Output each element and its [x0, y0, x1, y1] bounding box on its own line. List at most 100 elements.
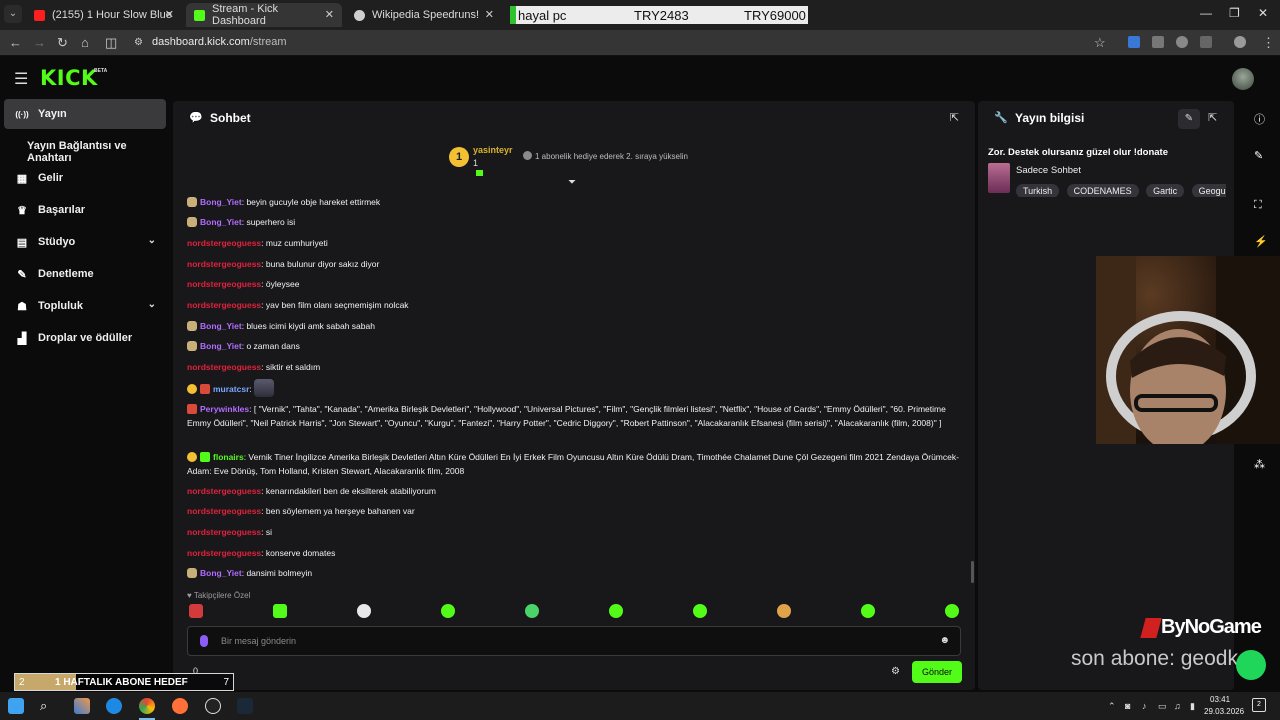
profile-icon[interactable] — [1234, 36, 1246, 48]
maximize-icon[interactable]: ❐ — [1229, 6, 1240, 20]
search-icon[interactable]: ⌕ — [40, 698, 56, 714]
close-tab-icon[interactable]: ✕ — [485, 8, 494, 21]
tag-chip[interactable]: Geogue — [1191, 184, 1226, 197]
popout-icon[interactable]: ⇱ — [950, 111, 959, 124]
emote-button[interactable] — [441, 604, 455, 618]
emote-button[interactable] — [273, 604, 287, 618]
chat-username[interactable]: Bong_Yiet — [200, 197, 242, 207]
chat-username[interactable]: Bong_Yiet — [200, 217, 242, 227]
hamburger-menu-icon[interactable]: ☰ — [14, 69, 28, 89]
close-window-icon[interactable]: ✕ — [1258, 6, 1268, 20]
category-name[interactable]: Sadece Sohbet — [1016, 165, 1081, 176]
popout-icon[interactable]: ⇱ — [1208, 111, 1217, 124]
tab-wikipedia[interactable]: Wikipedia Speedruns! ✕ — [346, 3, 502, 27]
firefox-icon[interactable] — [172, 698, 188, 714]
pencil-icon[interactable]: ✎ — [1254, 149, 1263, 162]
home-icon[interactable]: ⌂ — [81, 35, 89, 50]
chat-message-input[interactable]: Bir mesaj gönderin ☻ — [187, 626, 961, 656]
pinned-username[interactable]: yasinteyr — [473, 145, 513, 155]
chat-username[interactable]: nordstergeoguess — [187, 362, 261, 372]
tray-chevron-icon[interactable]: ⌃ — [1108, 701, 1116, 712]
emote-button[interactable] — [861, 604, 875, 618]
chat-username[interactable]: nordstergeoguess — [187, 238, 261, 248]
split-view-icon[interactable]: ◫ — [105, 35, 117, 51]
tag-chip[interactable]: CODENAMES — [1066, 184, 1139, 197]
share-nodes-icon[interactable]: ⁂ — [1254, 458, 1265, 471]
sidebar-item-gelir[interactable]: ▦ Gelir — [4, 163, 166, 193]
tag-chip[interactable]: Turkish — [1016, 184, 1060, 197]
chat-username[interactable]: muratcsr — [213, 384, 249, 394]
notification-badge[interactable]: 2 — [1252, 698, 1266, 712]
chevron-down-icon[interactable]: ⌄ — [148, 299, 156, 310]
steam-icon[interactable] — [237, 698, 253, 714]
volume-icon[interactable]: ♫ — [1174, 701, 1181, 711]
extension-icon[interactable] — [1128, 36, 1140, 48]
sidebar-item-droplar[interactable]: ▟ Droplar ve ödüller — [4, 323, 166, 353]
forward-icon[interactable]: → — [33, 35, 46, 50]
site-info-icon[interactable]: ⚙ — [134, 37, 143, 48]
chat-username[interactable]: nordstergeoguess — [187, 548, 261, 558]
chat-scrollbar[interactable] — [971, 561, 974, 583]
sidebar-item-yayin[interactable]: ((·)) Yayın — [4, 99, 166, 129]
user-avatar[interactable] — [1232, 68, 1254, 90]
chrome-icon[interactable] — [139, 698, 155, 714]
tab-youtube[interactable]: (2155) 1 Hour Slow Blues / Vol. ✕ — [26, 3, 182, 27]
obs-icon[interactable] — [205, 698, 221, 714]
edit-pencil-icon[interactable]: ✎ — [1178, 109, 1200, 129]
sidebar-item-studyo[interactable]: ▤ Stüdyo ⌄ — [4, 227, 166, 257]
chat-username[interactable]: nordstergeoguess — [187, 527, 261, 537]
windows-start-icon[interactable] — [8, 698, 24, 714]
chat-username[interactable]: Bong_Yiet — [200, 321, 242, 331]
emote-button[interactable] — [189, 604, 203, 618]
category-thumbnail[interactable] — [988, 163, 1010, 193]
microphone-tray-icon[interactable]: ♪ — [1142, 701, 1147, 711]
edge-icon[interactable] — [106, 698, 122, 714]
close-tab-icon[interactable]: ✕ — [325, 8, 334, 21]
chat-username[interactable]: Bong_Yiet — [200, 341, 242, 351]
browser-menu-icon[interactable]: ⋮ — [1262, 35, 1275, 51]
back-icon[interactable]: ← — [9, 35, 22, 50]
battery-icon[interactable]: ▮ — [1190, 701, 1195, 712]
emote-button[interactable] — [777, 604, 791, 618]
chat-username[interactable]: nordstergeoguess — [187, 300, 261, 310]
chat-username[interactable]: Bong_Yiet — [200, 568, 242, 578]
tab-search-button[interactable]: ⌄ — [4, 5, 22, 23]
sidebar-item-denetleme[interactable]: ✎ Denetleme — [4, 259, 166, 289]
tag-chip[interactable]: Gartic — [1146, 184, 1185, 197]
close-tab-icon[interactable]: ✕ — [165, 8, 174, 21]
chat-username[interactable]: nordstergeoguess — [187, 279, 261, 289]
emote-button[interactable] — [693, 604, 707, 618]
emote-button[interactable] — [525, 604, 539, 618]
clock-time[interactable]: 03:41 — [1210, 695, 1230, 704]
widgets-icon[interactable] — [74, 698, 90, 714]
chat-username[interactable]: Perywinkles — [200, 404, 249, 414]
chevron-down-icon[interactable]: ⌄ — [148, 235, 156, 246]
network-icon[interactable]: ▭ — [1158, 701, 1167, 712]
reload-icon[interactable]: ↻ — [57, 35, 68, 51]
chat-username[interactable]: nordstergeoguess — [187, 259, 261, 269]
emote-button[interactable] — [609, 604, 623, 618]
chat-username[interactable]: nordstergeoguess — [187, 506, 261, 516]
chat-username[interactable]: flonairs — [213, 452, 244, 462]
microphone-icon[interactable] — [200, 635, 208, 647]
lightning-icon[interactable]: ⚡ — [1254, 235, 1268, 248]
emote-button[interactable] — [945, 604, 959, 618]
send-button[interactable]: Gönder — [912, 661, 962, 683]
sidebar-item-topluluk[interactable]: ☗ Topluluk ⌄ — [4, 291, 166, 321]
emote-button[interactable] — [357, 604, 371, 618]
sidebar-item-stream-key[interactable]: Yayın Bağlantısı ve Anahtarı — [27, 140, 170, 164]
emoji-picker-icon[interactable]: ☻ — [939, 635, 950, 646]
chat-settings-icon[interactable]: ⚙ — [891, 666, 900, 677]
url-field[interactable]: dashboard.kick.com/stream — [152, 36, 287, 48]
tray-app-icon[interactable]: ◙ — [1125, 701, 1130, 711]
extensions-puzzle-icon[interactable] — [1200, 36, 1212, 48]
clock-date[interactable]: 29.03.2026 — [1204, 707, 1244, 716]
chat-username[interactable]: nordstergeoguess — [187, 486, 261, 496]
tab-kick-dashboard[interactable]: Stream - Kick Dashboard ✕ — [186, 3, 342, 27]
collapse-arrow-icon[interactable]: ⏷ — [568, 177, 576, 188]
shield-icon[interactable] — [1176, 36, 1188, 48]
kick-logo[interactable]: KICK — [40, 66, 98, 90]
extension-icon[interactable] — [1152, 36, 1164, 48]
expand-icon[interactable]: ⛶ — [1254, 199, 1262, 212]
minimize-icon[interactable]: — — [1200, 6, 1212, 20]
